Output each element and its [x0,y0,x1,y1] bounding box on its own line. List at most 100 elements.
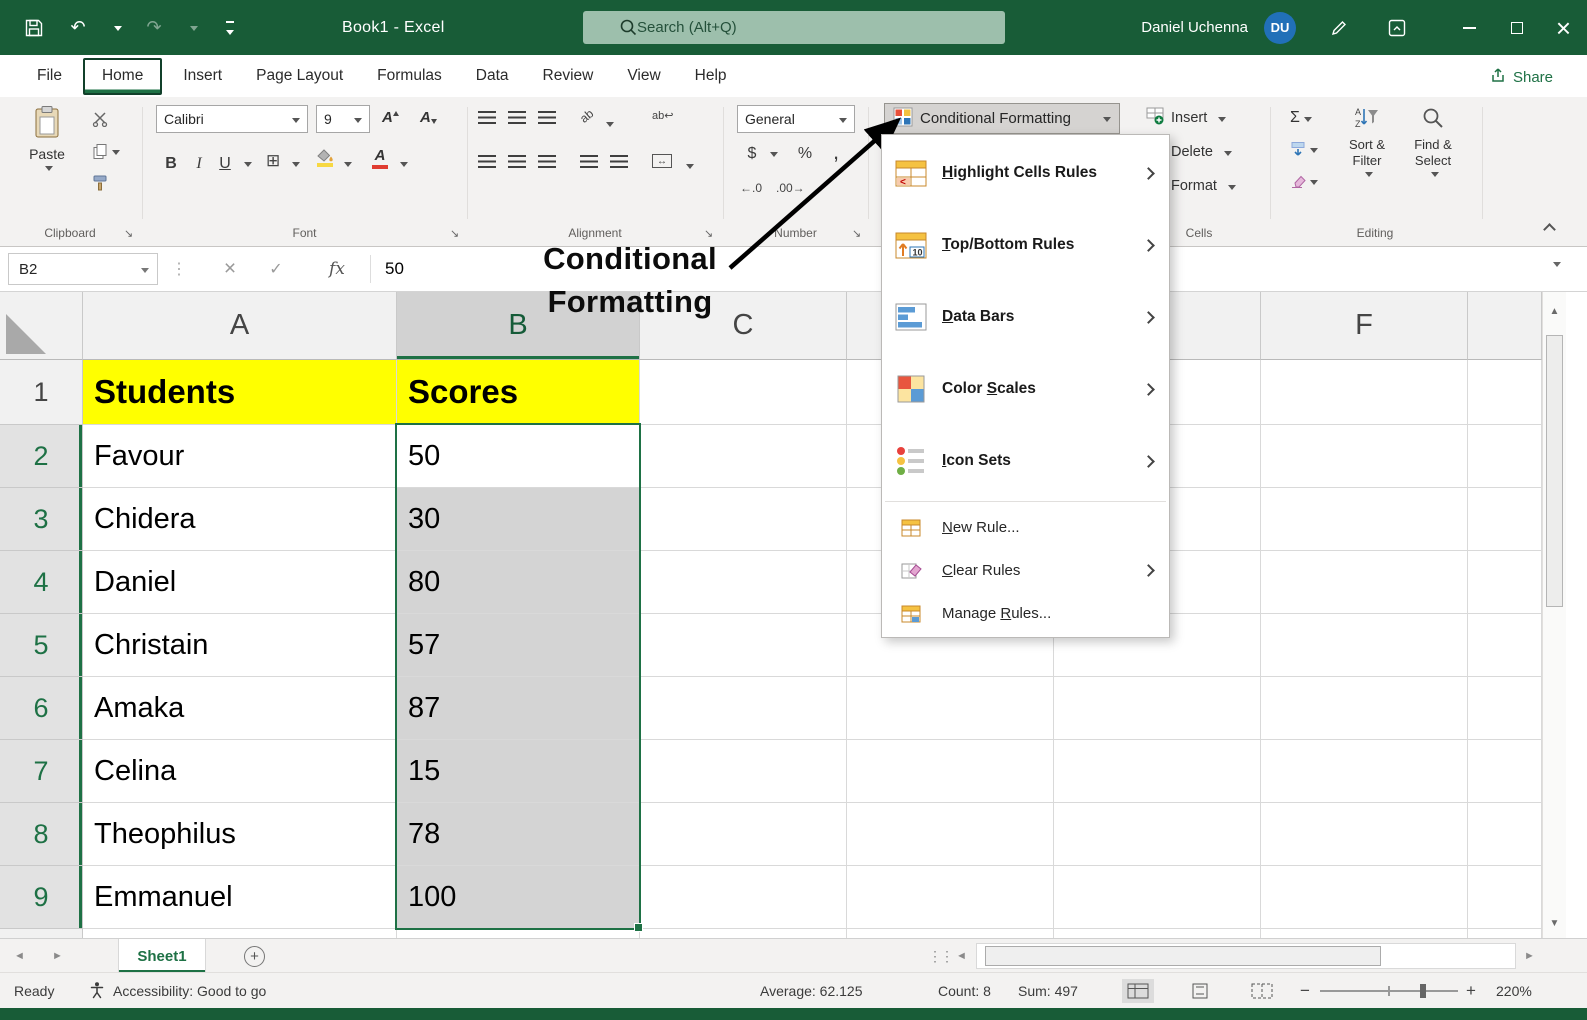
borders-icon[interactable] [266,151,280,171]
hscroll-left-icon[interactable] [956,939,967,973]
italic-button[interactable]: I [188,149,210,179]
menu-item-new-rule[interactable]: New Rule... [882,506,1169,549]
orientation-dropdown-icon[interactable] [606,122,614,127]
tab-data[interactable]: Data [459,55,526,97]
bold-button[interactable]: B [158,149,184,179]
cell-scores-header[interactable]: Scores [397,360,640,425]
redo-dropdown-icon[interactable] [190,26,198,31]
next-sheet-icon[interactable] [52,939,63,973]
minimize-button[interactable] [1446,0,1493,55]
tab-home[interactable]: Home [82,57,163,95]
decrease-indent-icon[interactable] [580,155,598,168]
cell[interactable] [1261,866,1468,929]
number-dialog-launcher-icon[interactable] [852,227,861,240]
currency-button[interactable]: $ [742,139,762,169]
row-header[interactable]: 4 [0,551,83,614]
menu-item-highlight-cells-rules[interactable]: < Highlight Cells Rules [882,137,1169,209]
undo-icon[interactable] [66,15,90,41]
fill-color-icon[interactable] [316,147,334,167]
font-size-combo[interactable]: 9 [316,105,370,133]
cell[interactable] [1054,740,1261,803]
sort-filter-button[interactable]: AZ Sort & Filter [1336,105,1398,177]
increase-decimal-icon[interactable] [740,181,762,195]
insert-function-icon[interactable] [320,253,354,285]
horizontal-scrollbar[interactable] [976,943,1516,969]
cell[interactable] [1468,866,1542,929]
search-box[interactable] [583,11,1005,44]
comma-button[interactable]: , [828,137,844,167]
tab-formulas[interactable]: Formulas [360,55,459,97]
menu-item-clear-rules[interactable]: Clear Rules [882,549,1169,592]
scroll-down-icon[interactable] [1543,910,1566,936]
menu-item-top-bottom-rules[interactable]: 10 Top/Bottom Rules [882,209,1169,281]
cell[interactable] [397,929,640,938]
pen-icon[interactable] [1330,19,1348,37]
cell[interactable] [640,488,847,551]
menu-item-icon-sets[interactable]: Icon Sets [882,425,1169,497]
clear-icon[interactable] [1290,173,1318,189]
cell[interactable] [1054,803,1261,866]
borders-dropdown-icon[interactable] [292,162,300,167]
cell[interactable] [1468,614,1542,677]
cell[interactable]: Amaka [83,677,397,740]
align-right-icon[interactable] [538,155,556,168]
row-header[interactable]: 3 [0,488,83,551]
formula-bar-drag-icon[interactable] [172,253,186,285]
cell[interactable] [640,360,847,425]
cell[interactable] [847,803,1054,866]
page-break-view-icon[interactable] [1246,979,1278,1003]
horizontal-scroll-thumb[interactable] [985,946,1381,966]
cell[interactable] [847,866,1054,929]
name-box-dropdown-icon[interactable] [141,267,149,273]
zoom-out-button[interactable] [1300,973,1310,1009]
column-header-partial[interactable] [1468,292,1542,360]
cell[interactable] [640,740,847,803]
cell[interactable] [1054,677,1261,740]
cell[interactable] [1261,929,1468,938]
paste-button[interactable]: Paste [16,105,78,171]
cell-students-header[interactable]: Students [83,360,397,425]
vertical-scrollbar[interactable] [1542,292,1566,938]
cell[interactable]: Theophilus [83,803,397,866]
ribbon-display-options-icon[interactable] [1388,19,1406,37]
row-header[interactable]: 7 [0,740,83,803]
cell[interactable] [640,677,847,740]
cell[interactable] [1468,929,1542,938]
cell[interactable] [1261,740,1468,803]
cell[interactable] [1261,551,1468,614]
align-left-icon[interactable] [478,155,496,168]
cell[interactable] [640,614,847,677]
currency-dropdown-icon[interactable] [770,152,778,157]
tab-view[interactable]: View [610,55,677,97]
decrease-decimal-icon[interactable] [776,181,805,195]
font-color-icon[interactable] [372,147,388,169]
fill-color-dropdown-icon[interactable] [344,162,352,167]
tab-help[interactable]: Help [678,55,744,97]
cell[interactable]: Christain [83,614,397,677]
font-color-dropdown-icon[interactable] [400,162,408,167]
cell[interactable] [640,551,847,614]
row-header[interactable]: 6 [0,677,83,740]
percent-button[interactable]: % [794,139,816,169]
merge-center-dropdown-icon[interactable] [686,164,694,169]
tab-review[interactable]: Review [526,55,611,97]
align-middle-icon[interactable] [508,111,526,124]
cell[interactable] [1261,803,1468,866]
active-cell[interactable]: 50 [397,425,640,488]
cell[interactable] [1261,677,1468,740]
row-header[interactable]: 5 [0,614,83,677]
enter-icon[interactable] [262,253,290,285]
merge-center-icon[interactable] [652,154,672,168]
cell[interactable] [640,929,847,938]
fill-down-icon[interactable] [1290,141,1318,157]
save-icon[interactable] [22,15,46,41]
wrap-text-icon[interactable] [652,109,673,122]
column-header-a[interactable]: A [83,292,397,360]
zoom-slider-thumb[interactable] [1420,984,1426,998]
font-name-combo[interactable]: Calibri [156,105,308,133]
cell[interactable]: 100 [397,866,640,929]
cell[interactable] [640,866,847,929]
cell[interactable]: Celina [83,740,397,803]
copy-icon[interactable] [92,143,120,160]
cell[interactable]: 15 [397,740,640,803]
